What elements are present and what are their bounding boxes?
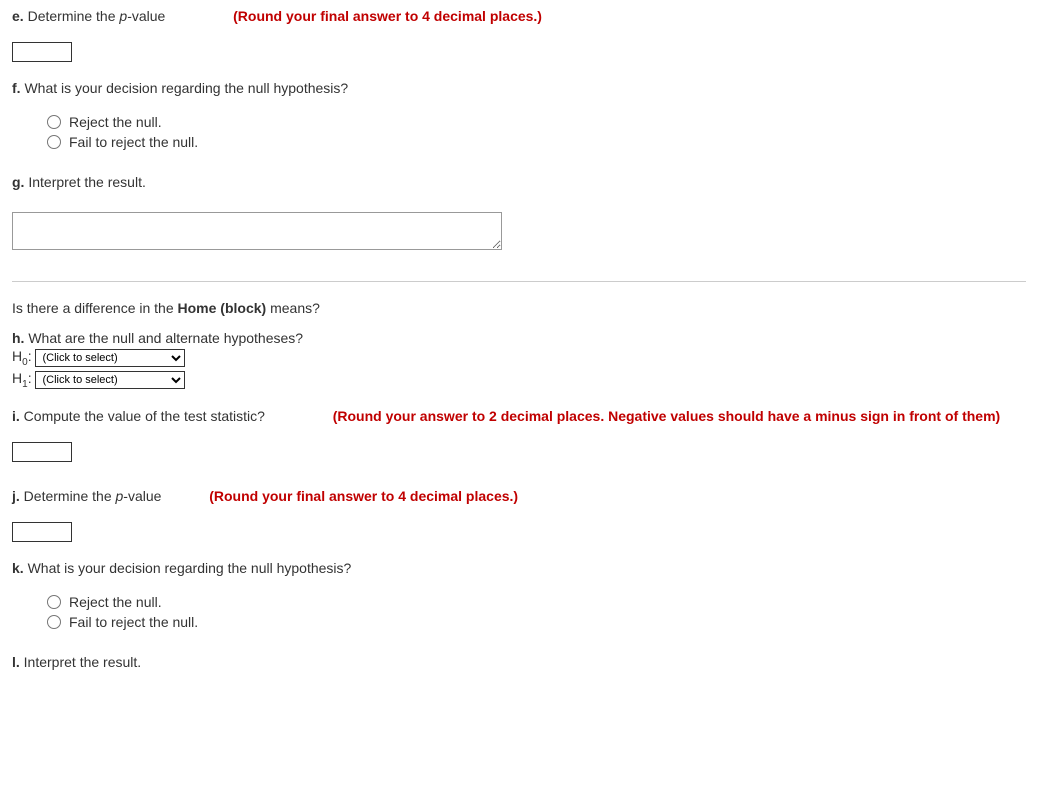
h0-label: H [12,348,22,364]
question-h: h. What are the null and alternate hypot… [12,330,1026,346]
question-f: f. What is your decision regarding the n… [12,80,1026,96]
question-e: e. Determine the p-value (Round your fin… [12,8,1026,24]
radio-label-f-0: Reject the null. [69,114,162,130]
input-j-pvalue[interactable] [12,522,72,542]
label-j: j. [12,488,20,504]
hint-j: (Round your final answer to 4 decimal pl… [209,488,518,504]
radio-label-k-0: Reject the null. [69,594,162,610]
text-j-2: -value [123,488,161,504]
text-e-2: -value [127,8,165,24]
h0-row: H0: (Click to select) [12,348,1026,368]
textarea-g[interactable] [12,212,502,250]
radio-row-f-0: Reject the null. [47,114,1026,130]
intro-text-1: Is there a difference in the [12,300,178,316]
h1-row: H1: (Click to select) [12,370,1026,390]
section2-intro: Is there a difference in the Home (block… [12,300,1026,316]
text-h: What are the null and alternate hypothes… [28,330,303,346]
select-h0[interactable]: (Click to select) [35,349,185,367]
label-h: h. [12,330,24,346]
input-e-pvalue[interactable] [12,42,72,62]
radio-row-k-1: Fail to reject the null. [47,614,1026,630]
label-i: i. [12,408,20,424]
divider [12,281,1026,282]
text-i: Compute the value of the test statistic? [24,408,265,424]
hint-i: (Round your answer to 2 decimal places. … [333,408,1000,424]
label-g: g. [12,174,24,190]
radio-k-fail[interactable] [47,615,61,629]
text-e-1: Determine the [28,8,120,24]
text-l: Interpret the result. [24,654,142,670]
question-g: g. Interpret the result. [12,174,1026,190]
question-j: j. Determine the p-value (Round your fin… [12,488,1026,504]
intro-bold: Home (block) [178,300,267,316]
h1-label: H [12,370,22,386]
intro-text-2: means? [266,300,320,316]
radio-row-f-1: Fail to reject the null. [47,134,1026,150]
radio-f-reject[interactable] [47,115,61,129]
radio-label-k-1: Fail to reject the null. [69,614,198,630]
label-f: f. [12,80,21,96]
label-l: l. [12,654,20,670]
question-i: i. Compute the value of the test statist… [12,408,1026,424]
label-k: k. [12,560,24,576]
radio-f-fail[interactable] [47,135,61,149]
radio-row-k-0: Reject the null. [47,594,1026,610]
hint-e: (Round your final answer to 4 decimal pl… [233,8,542,24]
h1-sub: 1 [22,379,28,390]
question-l: l. Interpret the result. [12,654,1026,670]
text-k: What is your decision regarding the null… [28,560,352,576]
text-g: Interpret the result. [28,174,146,190]
text-j-1: Determine the [24,488,116,504]
select-h1[interactable]: (Click to select) [35,371,185,389]
h0-sub: 0 [22,357,28,368]
input-i-statistic[interactable] [12,442,72,462]
label-e: e. [12,8,24,24]
radio-k-reject[interactable] [47,595,61,609]
question-k: k. What is your decision regarding the n… [12,560,1026,576]
radio-label-f-1: Fail to reject the null. [69,134,198,150]
radio-group-f: Reject the null. Fail to reject the null… [47,114,1026,150]
text-f: What is your decision regarding the null… [24,80,348,96]
radio-group-k: Reject the null. Fail to reject the null… [47,594,1026,630]
